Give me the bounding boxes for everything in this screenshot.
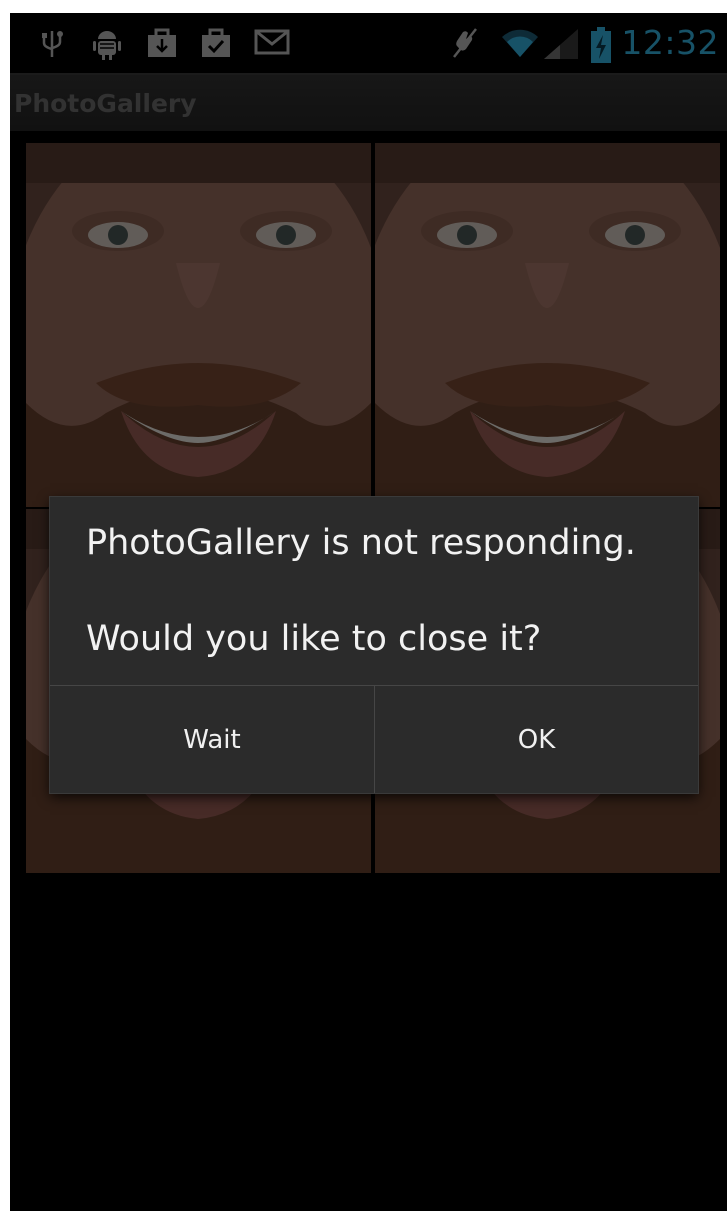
battery-charging-icon (591, 27, 611, 63)
wait-button[interactable]: Wait (50, 686, 374, 793)
signal-icon (544, 29, 578, 59)
device-screen: 12:32 PhotoGallery PhotoGallery is not r… (10, 13, 727, 1211)
dialog-message: PhotoGallery is not responding. (86, 523, 636, 563)
action-bar: PhotoGallery (10, 73, 727, 131)
anr-dialog: PhotoGallery is not responding. Would yo… (50, 497, 698, 793)
photo-tile[interactable] (26, 143, 371, 507)
status-bar: 12:32 (10, 13, 727, 73)
clock: 12:32 (621, 23, 719, 62)
wifi-icon (502, 29, 538, 57)
dialog-question: Would you like to close it? (86, 619, 542, 659)
download-icon (148, 28, 176, 57)
usb-icon (42, 31, 63, 57)
app-title: PhotoGallery (14, 89, 197, 118)
photo-tile[interactable] (375, 143, 720, 507)
checkbox-icon (202, 28, 230, 57)
mute-icon (453, 28, 477, 58)
ok-button[interactable]: OK (375, 686, 698, 793)
android-debug-icon (93, 31, 121, 60)
gmail-icon (254, 29, 290, 55)
